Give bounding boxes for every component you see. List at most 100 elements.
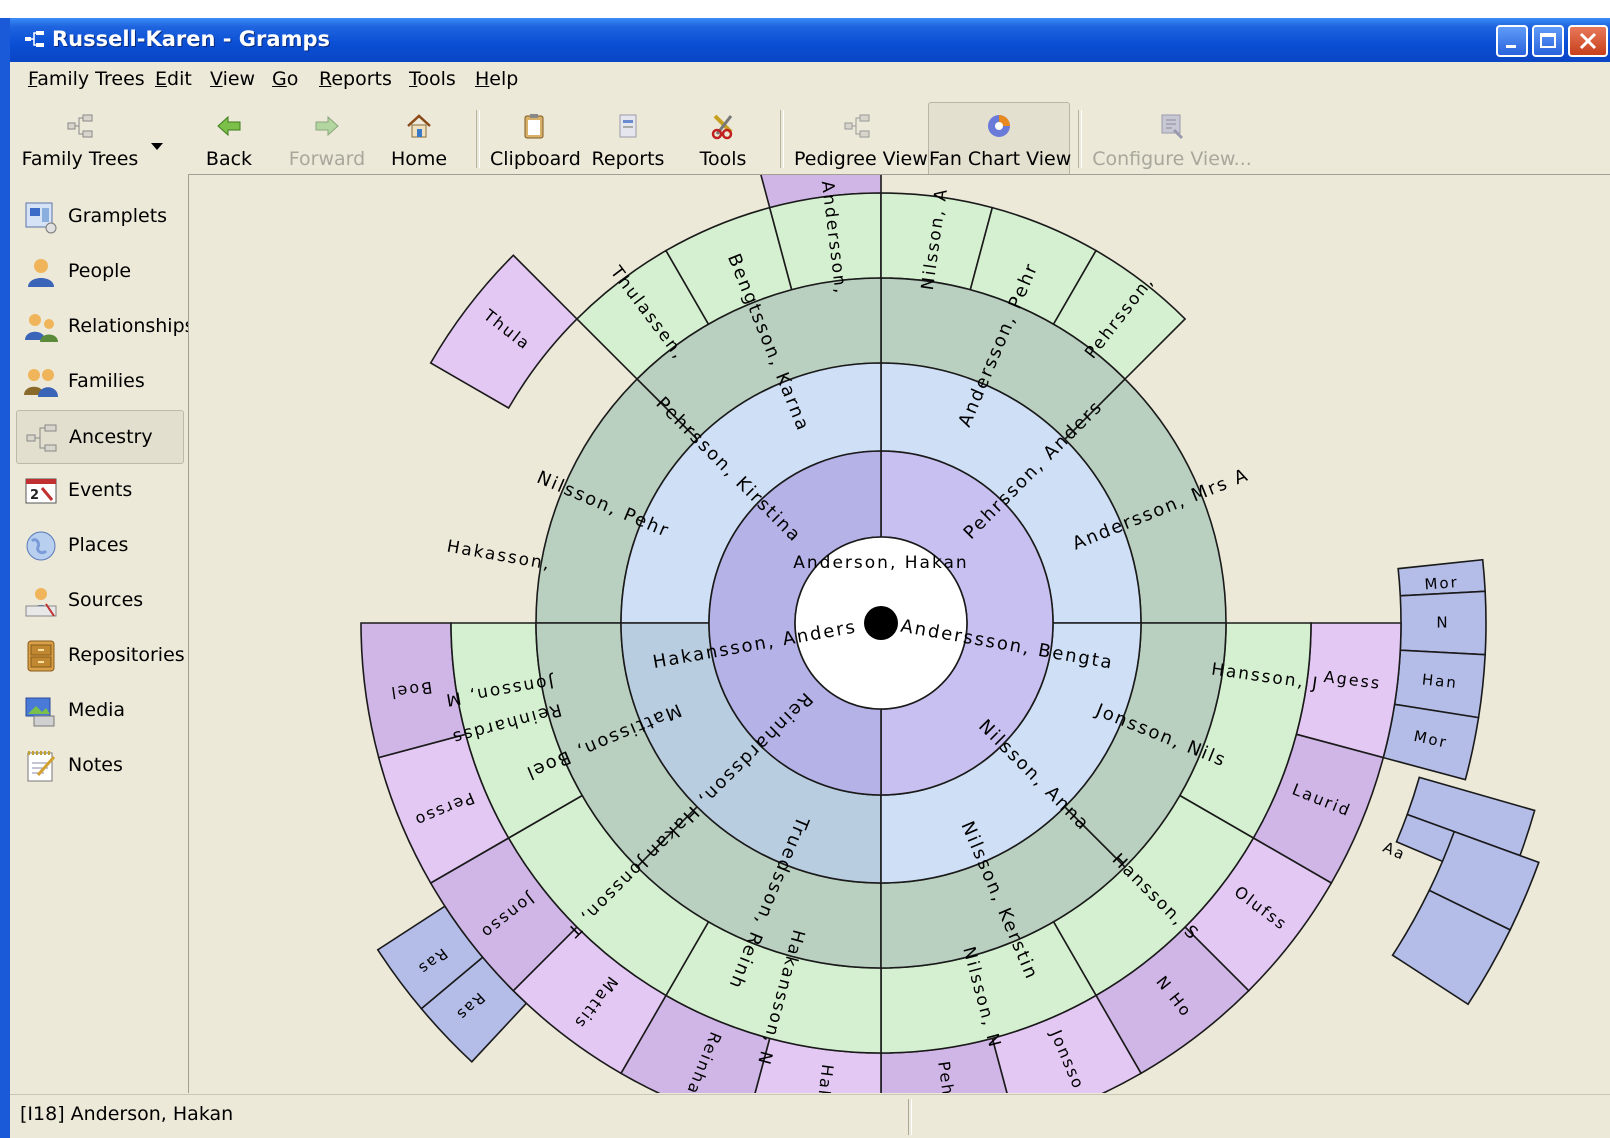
navigator-sidebar: Gramplets People Relationships Families …: [10, 186, 195, 1086]
family-trees-label: Family Trees: [21, 148, 139, 170]
configure-view-label: Configure View...: [1092, 148, 1252, 170]
sidebar-label-gramplets: Gramplets: [68, 205, 168, 227]
minimize-button[interactable]: [1496, 25, 1528, 57]
tools-icon: [711, 114, 733, 140]
status-divider: [908, 1099, 912, 1135]
sidebar-item-relationships[interactable]: Relationships: [16, 302, 195, 352]
menu-reports[interactable]: Reports: [319, 68, 392, 90]
menu-family-trees[interactable]: Family Trees: [28, 68, 145, 90]
families-icon: [24, 369, 58, 397]
sidebar-label-relationships: Relationships: [68, 315, 195, 337]
menu-bar: Family Trees Edit View Go Reports Tools …: [10, 62, 1610, 98]
notes-icon: [27, 751, 56, 782]
fan-center-dot: [864, 606, 898, 640]
sidebar-item-media[interactable]: Media: [16, 686, 184, 736]
menu-help-label: Help: [475, 68, 519, 90]
fan-chart-icon: [988, 115, 1010, 137]
sidebar-item-events[interactable]: 2 Events: [16, 466, 184, 516]
family-trees-icon: [67, 114, 93, 138]
reports-button[interactable]: Reports: [588, 102, 668, 178]
menu-family-trees-label: Family Trees: [28, 68, 145, 90]
sidebar-label-places: Places: [68, 534, 129, 556]
family-trees-button[interactable]: Family Trees: [16, 102, 144, 178]
menu-edit-label: Edit: [155, 68, 192, 90]
back-button[interactable]: Back: [194, 102, 264, 178]
gramplets-icon: [25, 202, 57, 234]
reports-label: Reports: [591, 148, 665, 170]
forward-label: Forward: [288, 148, 366, 170]
repositories-icon: [27, 640, 55, 672]
sidebar-item-people[interactable]: People: [16, 247, 184, 297]
relationships-icon: [25, 314, 58, 342]
sidebar-label-families: Families: [68, 370, 145, 392]
sidebar-label-events: Events: [68, 479, 133, 501]
ancestry-icon: [26, 424, 57, 452]
close-button[interactable]: [1568, 25, 1608, 57]
sidebar-label-people: People: [68, 260, 132, 282]
sidebar-label-sources: Sources: [68, 589, 144, 611]
menu-edit[interactable]: Edit: [155, 68, 192, 90]
menu-view-label: View: [210, 68, 256, 90]
forward-arrow-icon: [315, 115, 339, 137]
sidebar-item-places[interactable]: Places: [16, 521, 184, 571]
sidebar-item-notes[interactable]: Notes: [16, 741, 184, 791]
sources-icon: [25, 588, 57, 617]
toolbar-separator: [780, 110, 784, 168]
home-button[interactable]: Home: [384, 102, 454, 178]
menu-help[interactable]: Help: [475, 68, 518, 90]
toolbar-separator: [476, 110, 480, 168]
fan-chart-canvas[interactable]: Anderson, Hakan Anderssson, Bengta Hakanss…: [188, 174, 1610, 1093]
configure-view-button[interactable]: Configure View...: [1092, 102, 1252, 178]
configure-view-icon: [1161, 114, 1184, 140]
sidebar-label-repositories: Repositories: [68, 644, 185, 666]
menu-view[interactable]: View: [210, 68, 255, 90]
pedigree-view-label: Pedigree View: [794, 148, 928, 170]
close-icon: [1579, 32, 1597, 50]
sidebar-item-gramplets[interactable]: Gramplets: [16, 192, 184, 242]
clipboard-button[interactable]: Clipboard: [490, 102, 581, 178]
minimize-icon: [1506, 45, 1516, 48]
back-arrow-icon: [217, 115, 241, 137]
pedigree-icon: [844, 114, 870, 138]
fan-gen6-label: N: [1436, 614, 1449, 632]
family-trees-dropdown-icon[interactable]: [150, 142, 164, 152]
fan-gen6-label: Han: [1421, 670, 1459, 692]
places-icon: [26, 531, 56, 561]
clipboard-label: Clipboard: [490, 148, 581, 170]
home-label: Home: [390, 148, 448, 170]
window-title: Russell-Karen - Gramps: [52, 27, 330, 51]
media-icon: [25, 697, 55, 727]
menu-tools-label: Tools: [409, 68, 456, 90]
fan-gen4-label: Hakasson,: [445, 537, 552, 575]
fan-gen6-label: Mor: [1424, 573, 1459, 593]
title-bar[interactable]: Russell-Karen - Gramps: [10, 18, 1610, 62]
tools-button[interactable]: Tools: [688, 102, 758, 178]
sidebar-label-media: Media: [68, 699, 126, 721]
status-bar: [I18] Anderson, Hakan: [10, 1094, 1610, 1138]
clipboard-icon: [524, 114, 544, 139]
fan-chart[interactable]: Anderson, HakanAnderssson, BengtaHakanss…: [188, 174, 1610, 1093]
menu-go-label: Go: [272, 68, 299, 90]
home-icon: [407, 114, 431, 138]
sidebar-item-ancestry[interactable]: Ancestry: [16, 410, 184, 464]
status-text: [I18] Anderson, Hakan: [20, 1103, 234, 1125]
top-strip: [0, 0, 1610, 18]
reports-icon: [619, 114, 637, 138]
window-border: [0, 18, 10, 1138]
fan-chart-view-button[interactable]: Fan Chart View: [928, 102, 1072, 178]
fan-chart-view-label: Fan Chart View: [929, 148, 1072, 170]
maximize-button[interactable]: [1532, 25, 1564, 57]
sidebar-item-sources[interactable]: Sources: [16, 576, 184, 626]
sidebar-label-notes: Notes: [68, 754, 123, 776]
menu-go[interactable]: Go: [272, 68, 298, 90]
menu-tools[interactable]: Tools: [409, 68, 456, 90]
toolbar-separator: [1078, 110, 1082, 168]
gramps-app-icon: [25, 31, 44, 47]
maximize-icon: [1540, 33, 1556, 48]
sidebar-label-ancestry: Ancestry: [69, 426, 153, 448]
pedigree-view-button[interactable]: Pedigree View: [794, 102, 928, 178]
sidebar-item-repositories[interactable]: Repositories: [16, 631, 185, 681]
fan-center-label: Anderson, Hakan: [793, 553, 968, 573]
forward-button[interactable]: Forward: [280, 102, 374, 178]
sidebar-item-families[interactable]: Families: [16, 357, 184, 407]
